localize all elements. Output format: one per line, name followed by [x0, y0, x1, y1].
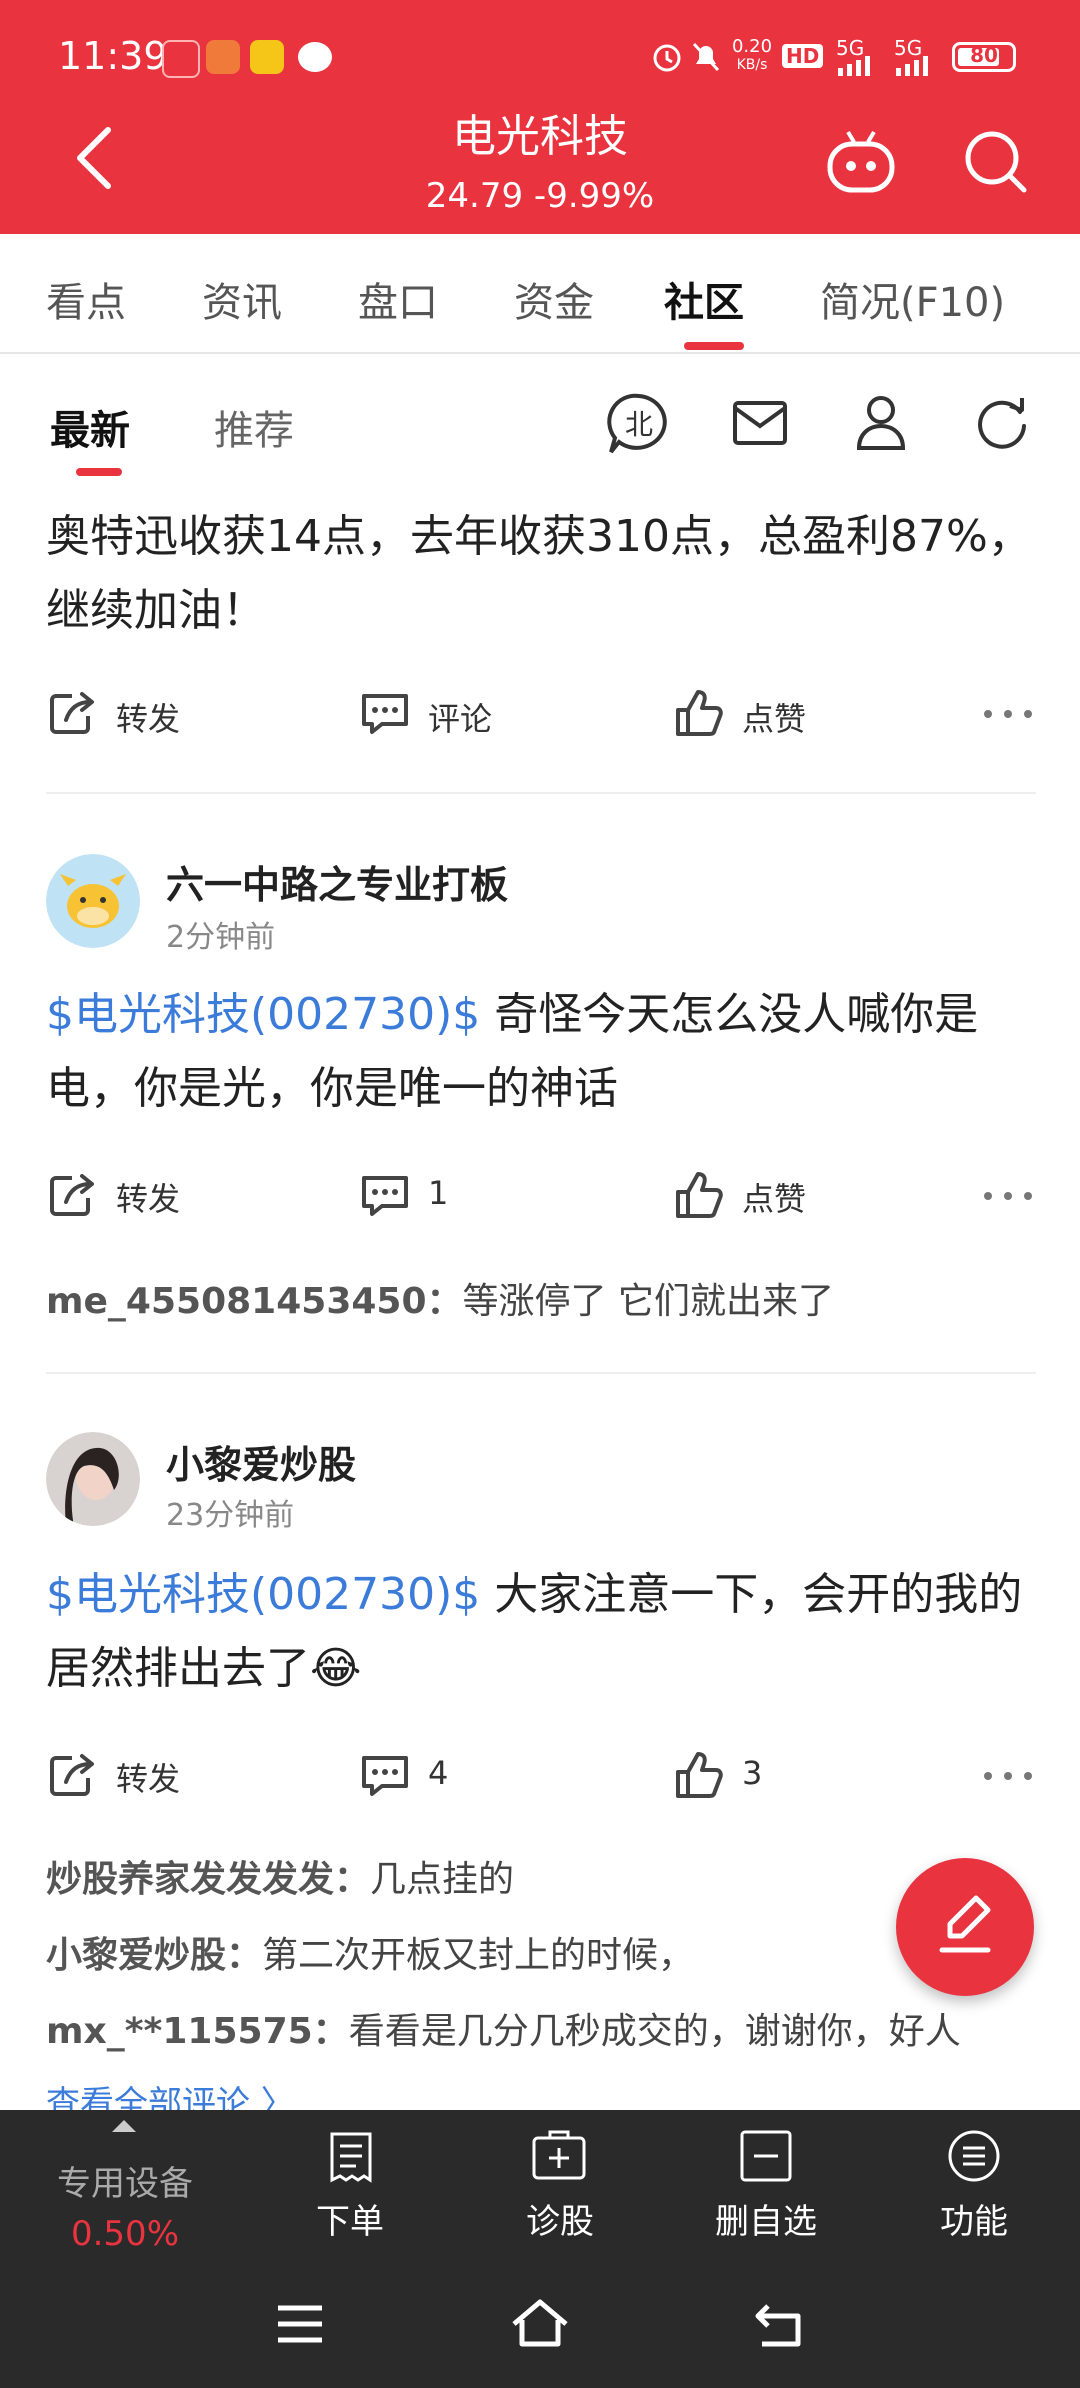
like-count[interactable]: 3 — [742, 1754, 762, 1792]
network-speed: 0.20 KB/s — [731, 36, 773, 74]
active-tab-indicator — [684, 342, 744, 350]
post-time: 23分钟前 — [166, 1498, 295, 1533]
forward-icon — [50, 1754, 94, 1796]
page-title: 电光科技 — [452, 111, 628, 162]
diagnose-button[interactable]: 诊股 — [490, 2194, 630, 2243]
thumbs-up-icon — [676, 1752, 723, 1798]
comment-count[interactable]: 1 — [428, 1174, 448, 1212]
subtab-latest[interactable]: 最新 — [50, 398, 130, 456]
header-bar: 11:39 0.20 KB/s HD 5G 5G 80 电光科技 24.79 -… — [0, 0, 1080, 234]
comment-item[interactable]: me_455081453450：等涨停了 它们就出来了 — [46, 1272, 1036, 1324]
stock-link[interactable]: $电光科技(002730)$ — [46, 989, 480, 1040]
like-button[interactable]: 点赞 — [742, 1174, 806, 1220]
forward-button[interactable]: 转发 — [116, 1174, 180, 1220]
tab-shequ[interactable]: 社区 — [664, 270, 744, 328]
refresh-icon[interactable] — [974, 396, 1030, 450]
alarm-icon — [653, 44, 681, 72]
post-text[interactable]: $电光科技(002730)$ 奇怪今天怎么没人喊你是电，你是光，你是唯一的神话 — [46, 978, 1036, 1126]
post-time: 2分钟前 — [166, 920, 276, 955]
remove-watchlist-button[interactable]: 删自选 — [696, 2194, 836, 2243]
device-label[interactable]: 专用设备 — [30, 2156, 220, 2205]
more-icon[interactable] — [982, 708, 1034, 720]
avatar[interactable] — [46, 1432, 140, 1526]
compose-button[interactable] — [896, 1858, 1034, 1996]
bei-logo-icon[interactable]: 北 — [606, 392, 672, 456]
signal-bars-icon — [896, 56, 928, 76]
status-time: 11:39 — [58, 34, 168, 78]
forward-button[interactable]: 转发 — [116, 1754, 180, 1800]
app-notification-icon — [162, 40, 200, 78]
thumbs-up-icon — [676, 690, 723, 736]
subtab-recommend[interactable]: 推荐 — [214, 398, 294, 456]
avatar[interactable] — [46, 854, 140, 948]
user-icon[interactable] — [856, 394, 906, 450]
comment-icon — [362, 1176, 408, 1216]
more-icon[interactable] — [982, 1190, 1034, 1202]
menu-icon[interactable] — [276, 2304, 324, 2344]
stock-link[interactable]: $电光科技(002730)$ — [46, 1569, 480, 1620]
divider — [0, 352, 1080, 354]
thumbs-up-icon — [676, 1172, 723, 1218]
comment-item[interactable]: 炒股养家发发发发：几点挂的 — [46, 1850, 1036, 1902]
tab-pankou[interactable]: 盘口 — [358, 270, 438, 328]
back-icon[interactable] — [754, 2302, 806, 2348]
mute-icon — [692, 42, 720, 72]
robot-assistant-icon[interactable] — [824, 128, 898, 196]
comment-icon — [362, 1756, 408, 1796]
forward-icon — [50, 692, 94, 734]
post-text[interactable]: $电光科技(002730)$ 大家注意一下，会开的我的居然排出去了😂 — [46, 1558, 1036, 1706]
comment-count[interactable]: 4 — [428, 1754, 448, 1792]
function-button[interactable]: 功能 — [904, 2194, 1044, 2243]
post-separator — [46, 792, 1036, 794]
caret-up-icon[interactable] — [110, 2118, 138, 2134]
app-notification-icon — [250, 40, 284, 74]
tab-kandian[interactable]: 看点 — [46, 270, 126, 328]
pencil-icon — [939, 1895, 991, 1953]
comment-item[interactable]: 小黎爱炒股：第二次开板又封上的时候， — [46, 1926, 1036, 1978]
stock-price: 24.79 -9.99% — [425, 176, 655, 216]
tab-zijin[interactable]: 资金 — [514, 270, 594, 328]
order-button[interactable]: 下单 — [280, 2194, 420, 2243]
search-icon[interactable] — [962, 128, 1030, 196]
remove-watchlist-icon — [740, 2130, 792, 2182]
forward-button[interactable]: 转发 — [116, 694, 180, 740]
comment-button[interactable]: 评论 — [428, 694, 492, 740]
app-notification-icon — [206, 40, 240, 74]
like-button[interactable]: 点赞 — [742, 694, 806, 740]
diagnose-icon — [532, 2130, 586, 2180]
menu-circle-icon — [948, 2130, 1000, 2182]
message-icon — [298, 42, 332, 72]
device-value: 0.50% — [70, 2214, 179, 2254]
tab-zixun[interactable]: 资讯 — [202, 270, 282, 328]
post-username[interactable]: 小黎爱炒股 — [166, 1434, 356, 1489]
active-subtab-indicator — [76, 468, 122, 476]
signal-bars-icon — [838, 56, 870, 76]
hd-badge: HD — [782, 44, 824, 68]
tab-jiankuang[interactable]: 简况(F10) — [820, 270, 1005, 328]
order-icon — [330, 2132, 372, 2183]
comment-icon — [362, 694, 408, 734]
battery-icon: 80 — [952, 42, 1016, 72]
mail-icon[interactable] — [732, 400, 788, 446]
forward-icon — [50, 1174, 94, 1216]
svg-text:北: 北 — [625, 408, 653, 441]
post-username[interactable]: 六一中路之专业打板 — [166, 854, 508, 909]
post-separator — [46, 1372, 1036, 1374]
comment-item[interactable]: mx_**115575：看看是几分几秒成交的，谢谢你，好人 — [46, 2002, 1036, 2054]
more-icon[interactable] — [982, 1770, 1034, 1782]
bottom-toolbar: 专用设备 0.50% 下单 诊股 删自选 功能 — [0, 2110, 1080, 2388]
post-text[interactable]: 奥特迅收获14点，去年收获310点，总盈利87%，继续加油！ — [46, 500, 1036, 648]
home-icon[interactable] — [510, 2298, 570, 2348]
